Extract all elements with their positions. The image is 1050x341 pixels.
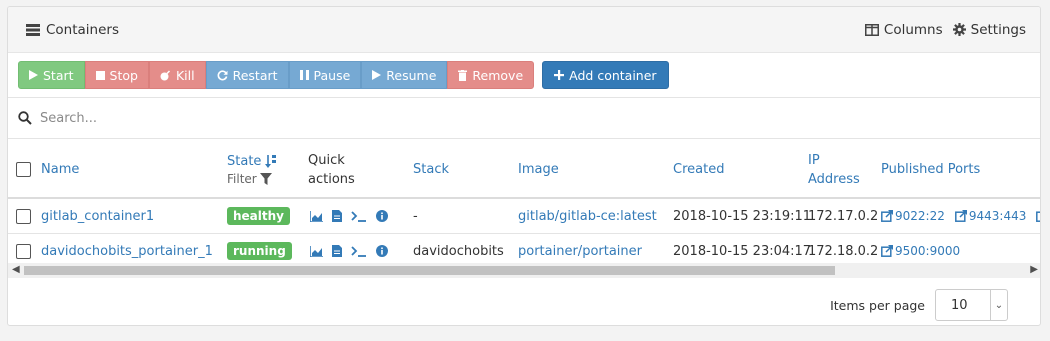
columns-label: Columns	[883, 21, 943, 38]
stats-chart-icon[interactable]	[310, 245, 323, 257]
stop-icon	[95, 70, 105, 80]
bomb-icon	[160, 69, 170, 80]
search-bar	[8, 97, 1040, 139]
select-all-checkbox[interactable]	[16, 162, 31, 177]
scroll-left-arrow-icon[interactable]: ◀	[12, 264, 20, 275]
console-terminal-icon[interactable]	[351, 210, 367, 222]
search-input[interactable]	[40, 110, 640, 126]
quick-actions	[310, 210, 388, 222]
quick-actions	[310, 245, 388, 257]
kill-button[interactable]: Kill	[148, 61, 206, 89]
containers-panel: Containers Columns Settings Start Stop K…	[7, 6, 1041, 326]
published-ports-column-header[interactable]: Published Ports	[881, 162, 980, 177]
pause-button[interactable]: Pause	[288, 61, 362, 89]
table-header: Name State Filter Quick actions Stack Im…	[8, 142, 1040, 199]
published-port-label: 9443:443	[968, 209, 1027, 223]
table-row: gitlab_container1 healthy - gitlab/gitla…	[8, 199, 1041, 234]
server-icon	[26, 23, 40, 36]
filter-icon[interactable]	[259, 172, 272, 185]
ip-address-value: 172.18.0.2	[808, 243, 879, 259]
action-toolbar: Start Stop Kill Restart Pause Resume Rem…	[8, 53, 1040, 97]
stop-label: Stop	[109, 67, 138, 83]
published-port-label: 9022:22	[895, 209, 945, 223]
settings-button[interactable]: Settings	[952, 21, 1026, 38]
created-column-header[interactable]: Created	[673, 162, 724, 177]
external-link-icon	[881, 210, 893, 222]
restart-label: Restart	[232, 67, 278, 83]
name-column-header[interactable]: Name	[41, 162, 79, 177]
containers-table: Name State Filter Quick actions Stack Im…	[8, 142, 1041, 269]
external-link-icon[interactable]	[1036, 210, 1041, 222]
panel-title: Containers	[26, 22, 119, 38]
state-filter-label[interactable]: Filter	[227, 172, 257, 186]
status-badge: healthy	[227, 207, 290, 225]
logs-file-icon[interactable]	[332, 245, 342, 257]
gear-icon	[952, 23, 966, 36]
row-checkbox[interactable]	[16, 208, 31, 224]
pause-label: Pause	[313, 67, 351, 83]
quick-actions-header-line1: Quick	[308, 152, 345, 168]
resume-button[interactable]: Resume	[361, 61, 448, 89]
refresh-icon	[217, 69, 228, 80]
info-circle-icon[interactable]	[376, 245, 388, 257]
image-column-header[interactable]: Image	[518, 162, 559, 177]
play-icon	[29, 70, 38, 80]
image-link[interactable]: gitlab/gitlab-ce:latest	[518, 209, 657, 224]
columns-button[interactable]: Columns	[864, 21, 943, 38]
columns-icon	[864, 23, 879, 36]
panel-title-text: Containers	[46, 21, 120, 38]
pagination-footer: Items per page 10 ⌄	[830, 289, 1008, 321]
published-port-link[interactable]: 9022:22	[881, 209, 945, 223]
created-value: 2018-10-15 23:19:11	[673, 208, 812, 224]
scrollbar-thumb[interactable]	[24, 266, 835, 275]
stack-column-header[interactable]: Stack	[413, 162, 449, 177]
plus-icon	[554, 70, 565, 80]
pause-icon	[299, 70, 309, 80]
external-link-icon	[881, 245, 893, 257]
restart-button[interactable]: Restart	[205, 61, 289, 89]
quick-actions-header-line2: actions	[308, 171, 355, 187]
trash-icon	[458, 69, 468, 81]
stop-button[interactable]: Stop	[84, 61, 149, 89]
logs-file-icon[interactable]	[332, 210, 342, 222]
image-link[interactable]: portainer/portainer	[518, 244, 642, 259]
container-name-link[interactable]: gitlab_container1	[41, 209, 154, 224]
items-per-page-select[interactable]: 10 ⌄	[935, 289, 1008, 321]
remove-label: Remove	[472, 67, 524, 83]
stack-value: davidochobits	[413, 243, 504, 259]
items-per-page-label: Items per page	[830, 297, 925, 313]
kill-label: Kill	[175, 67, 195, 83]
add-container-label: Add container	[569, 67, 657, 83]
external-link-icon	[954, 210, 967, 222]
start-label: Start	[43, 67, 74, 83]
search-icon	[18, 111, 32, 125]
row-checkbox[interactable]	[16, 243, 31, 259]
add-container-button[interactable]: Add container	[542, 61, 669, 89]
remove-button[interactable]: Remove	[447, 61, 535, 89]
stack-value: -	[413, 208, 418, 224]
settings-label: Settings	[970, 21, 1026, 38]
play-icon	[372, 70, 382, 80]
horizontal-scrollbar[interactable]: ◀ ▶	[8, 263, 1040, 278]
ip-column-header-line2[interactable]: Address	[808, 172, 860, 187]
ip-address-value: 172.17.0.2	[808, 208, 879, 224]
published-port-link[interactable]: 9443:443	[954, 209, 1027, 223]
console-terminal-icon[interactable]	[351, 245, 367, 257]
stats-chart-icon[interactable]	[310, 210, 323, 222]
sort-alpha-asc-icon[interactable]	[265, 154, 277, 168]
scroll-right-arrow-icon[interactable]: ▶	[1030, 264, 1038, 275]
state-column-header[interactable]: State	[227, 154, 261, 169]
chevron-down-icon: ⌄	[990, 290, 1007, 320]
info-circle-icon[interactable]	[376, 210, 388, 222]
resume-label: Resume	[386, 67, 437, 83]
ip-column-header-line1[interactable]: IP	[808, 153, 820, 168]
status-badge: running	[227, 242, 292, 260]
start-button[interactable]: Start	[18, 61, 85, 89]
created-value: 2018-10-15 23:04:17	[673, 243, 812, 259]
published-port-link[interactable]: 9500:9000	[881, 244, 960, 258]
container-name-link[interactable]: davidochobits_portainer_1	[41, 244, 213, 259]
published-port-label: 9500:9000	[895, 244, 961, 258]
items-per-page-value: 10	[951, 297, 968, 313]
panel-header: Containers Columns Settings	[8, 7, 1040, 53]
